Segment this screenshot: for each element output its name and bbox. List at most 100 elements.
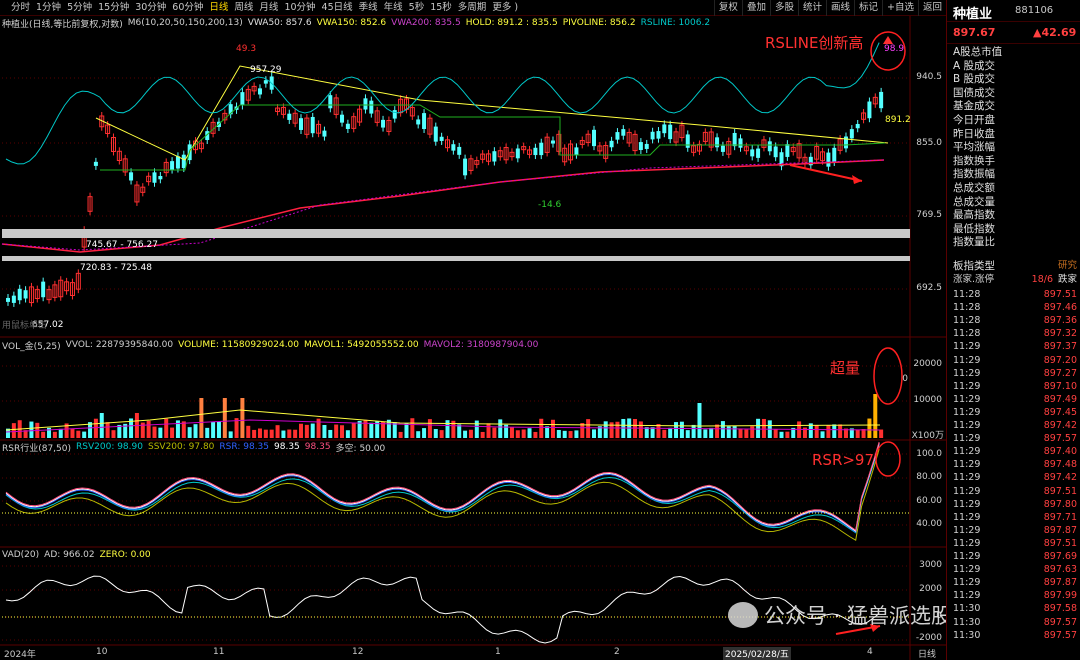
quote-menu-item-4[interactable]: 基金成交	[953, 100, 995, 114]
volume-bar	[70, 428, 75, 438]
tick-price: 897.80	[1043, 498, 1077, 510]
quote-menu-item-9[interactable]: 指数振幅	[953, 168, 995, 182]
volume-bar	[498, 419, 503, 438]
price-tick-2: 855.0	[916, 138, 942, 148]
candle-body	[263, 80, 268, 84]
candle-body	[550, 140, 555, 144]
limit-value: 18/6	[1031, 274, 1053, 285]
volume-bar	[550, 419, 555, 438]
index-change: ▲42.69	[1033, 26, 1077, 39]
candle-body	[299, 118, 303, 130]
tick-row: 11:29 897.99	[953, 590, 1077, 602]
candle-body	[738, 138, 743, 148]
type-value: 研究	[1057, 260, 1077, 271]
quote-menu-item-2[interactable]: B 股成交	[953, 73, 995, 87]
tick-price: 897.57	[1043, 629, 1077, 641]
peak-percent-label: 49.3	[236, 44, 257, 54]
volume-bar	[720, 421, 725, 438]
tick-time: 11:29	[953, 420, 981, 431]
tick-time: 11:29	[953, 511, 981, 523]
tick-time: 11:29	[953, 577, 981, 589]
volume-bar	[463, 430, 468, 438]
tick-row: 11:29 897.48	[953, 459, 1077, 471]
candle-body	[287, 113, 292, 120]
volume-bar	[381, 421, 386, 438]
quote-menu-item-10[interactable]: 总成交额	[953, 182, 995, 196]
volume-bar	[826, 425, 831, 438]
volume-bar	[879, 429, 884, 438]
rsr-line	[5, 443, 880, 534]
quote-menu-item-3[interactable]: 国债成交	[953, 87, 995, 101]
quote-menu-item-7[interactable]: 平均涨幅	[953, 141, 995, 155]
candle-body	[574, 147, 579, 155]
tick-row: 11:29 897.37	[953, 341, 1077, 353]
x-cursor-date: 2025/02/28/五	[723, 647, 791, 660]
tick-time: 11:30	[953, 603, 981, 615]
volume-bar	[293, 429, 298, 438]
vol-volume: VOLUME: 11580929024.00	[178, 340, 300, 350]
quote-menu-item-5[interactable]: 今日开盘	[953, 114, 995, 128]
quote-menu-item-14[interactable]: 指数量比	[953, 236, 995, 250]
vad-header: VAD(20) AD: 966.02 ZERO: 0.00	[2, 549, 151, 561]
tick-row: 11:30 897.58	[953, 603, 1077, 615]
annotation-arrow	[789, 164, 863, 182]
candle-body	[170, 161, 175, 170]
tick-time: 11:29	[953, 524, 981, 536]
volume-bar	[275, 425, 280, 438]
volume-bar	[527, 428, 532, 438]
watermark-text: 公众号 · 猛兽派选股	[764, 604, 953, 628]
candle-body	[533, 147, 538, 156]
tick-row: 11:29 897.40	[953, 446, 1077, 458]
band2-label: 720.83 - 725.48	[80, 263, 152, 273]
candle-body	[843, 136, 848, 149]
vad-zero: ZERO: 0.00	[99, 550, 151, 560]
candle-body	[175, 156, 180, 169]
candle-body	[457, 146, 462, 155]
tick-time: 11:29	[953, 564, 981, 576]
vol-tick-2: 10000	[913, 395, 942, 405]
quote-menu-item-6[interactable]: 昨日收盘	[953, 128, 995, 142]
quote-menu-item-1[interactable]: A 股成交	[953, 60, 995, 74]
tick-time: 11:29	[953, 354, 981, 366]
quote-menu-item-13[interactable]: 最低指数	[953, 223, 995, 237]
volume-panel[interactable]	[5, 347, 903, 438]
volume-bar	[838, 424, 843, 438]
vol-tick-1: 20000	[913, 359, 942, 369]
tick-row: 11:29 897.71	[953, 512, 1077, 524]
vol-mavol1: MAVOL1: 5492055552.00	[304, 340, 419, 350]
rsr-rsr: RSR: 98.35	[219, 442, 270, 452]
volume-bar	[58, 428, 63, 438]
volume-bar	[222, 398, 227, 438]
tick-time: 11:29	[953, 406, 981, 418]
volume-bar	[744, 429, 749, 438]
volume-bar	[726, 426, 731, 438]
volume-bar	[263, 429, 268, 438]
tick-price: 897.57	[1043, 616, 1077, 628]
volume-bar	[674, 422, 679, 438]
left-watermark: 用鼠标单击	[2, 321, 48, 331]
tick-time: 11:29	[953, 393, 981, 405]
quote-menu-item-12[interactable]: 最高指数	[953, 209, 995, 223]
tick-price: 897.45	[1043, 406, 1077, 418]
candle-body	[451, 144, 456, 151]
tick-price: 897.37	[1043, 341, 1077, 353]
volume-bar	[205, 427, 210, 438]
quote-menu-item-11[interactable]: 总成交量	[953, 196, 995, 210]
candle-body	[773, 146, 778, 158]
type-row: 板指类型 研究	[953, 260, 1077, 272]
quote-menu-item-8[interactable]: 指数换手	[953, 155, 995, 169]
volume-bar	[369, 422, 374, 438]
volume-bar	[703, 429, 708, 438]
volume-bar	[668, 427, 673, 438]
tick-price: 897.87	[1043, 577, 1077, 589]
quote-menu-item-0[interactable]: A股总市值	[953, 46, 1002, 60]
high-price-label: 957.29	[250, 65, 282, 75]
tick-time: 11:29	[953, 590, 981, 602]
candle-body	[416, 119, 421, 125]
volume-bar	[299, 423, 303, 438]
stock-chart[interactable]	[0, 0, 946, 660]
rsv200-line	[5, 445, 880, 534]
tick-time: 11:29	[953, 472, 981, 484]
price-tick-4: 692.5	[916, 283, 942, 293]
tick-price: 897.27	[1043, 367, 1077, 379]
